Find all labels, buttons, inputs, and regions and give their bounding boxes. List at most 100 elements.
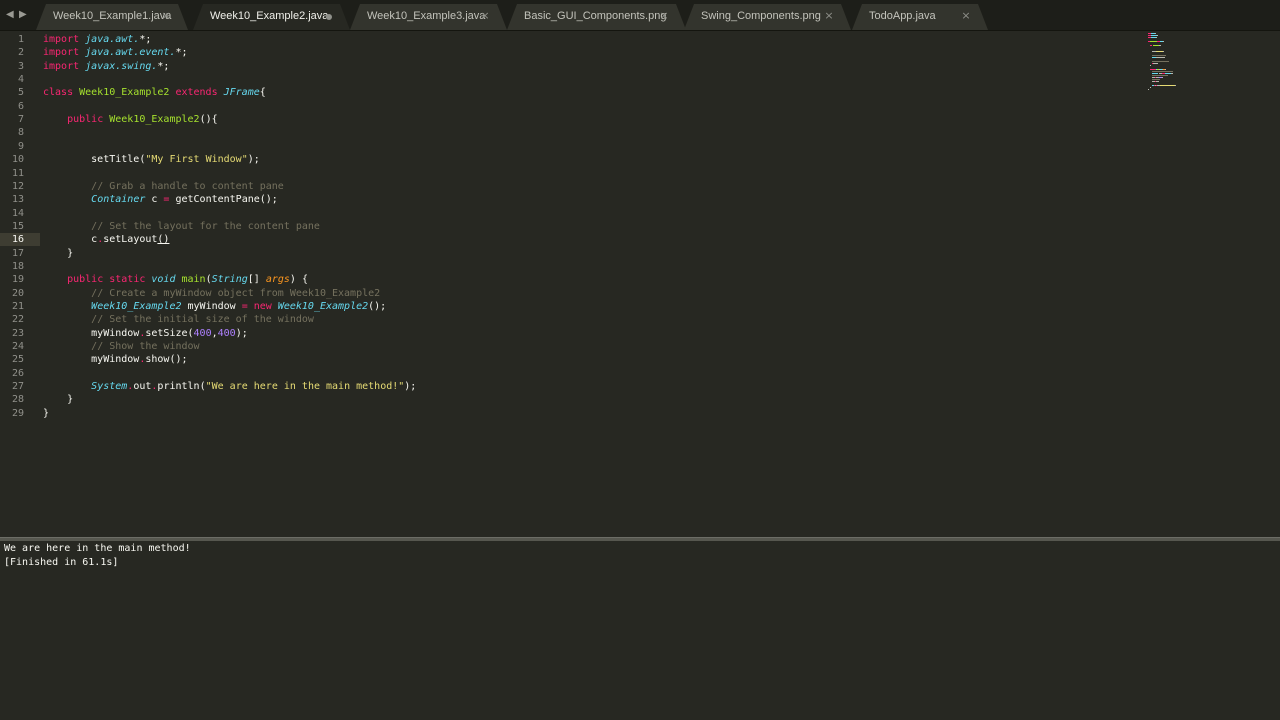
code-line[interactable]: import java.awt.*; <box>43 33 151 46</box>
tab-week10-example1[interactable]: Week10_Example1.java × <box>36 4 188 30</box>
code-line[interactable]: class Week10_Example2 extends JFrame{ <box>43 86 266 99</box>
minimap-line <box>1151 71 1174 72</box>
line-number: 25 <box>11 354 24 366</box>
minimap-line <box>1162 77 1164 78</box>
code-line[interactable]: myWindow.show(); <box>43 353 187 366</box>
close-icon[interactable]: × <box>960 10 972 22</box>
code-line[interactable]: // Create a myWindow object from Week10_… <box>43 287 380 300</box>
unsaved-dot-icon[interactable] <box>326 14 332 20</box>
minimap-line <box>1151 73 1159 74</box>
line-number: 10 <box>11 154 24 166</box>
minimap-line <box>1151 61 1169 62</box>
minimap-line <box>1163 51 1165 52</box>
minimap-line <box>1150 41 1157 42</box>
output-line: We are here in the main method! <box>4 543 191 554</box>
line-number: 1 <box>17 34 24 45</box>
tab-label: Week10_Example3.java <box>367 10 486 22</box>
code-line[interactable]: // Show the window <box>43 340 199 353</box>
line-number: 9 <box>17 140 24 152</box>
code-line[interactable]: public Week10_Example2(){ <box>43 113 218 126</box>
minimap-line <box>1151 57 1156 58</box>
tab-label: TodoApp.java <box>869 10 936 22</box>
line-number: 14 <box>11 207 24 219</box>
minimap[interactable] <box>1140 31 1210 91</box>
minimap-line <box>1151 55 1166 56</box>
line-number: 8 <box>17 127 24 139</box>
tab-label: Week10_Example2.java <box>210 10 329 22</box>
line-number: 12 <box>11 180 24 192</box>
tab-week10-example2[interactable]: Week10_Example2.java <box>193 4 350 30</box>
code-line[interactable]: // Grab a handle to content pane <box>43 180 284 193</box>
line-number: 18 <box>11 260 24 272</box>
minimap-line <box>1151 79 1160 80</box>
minimap-line <box>1157 57 1166 58</box>
code-line[interactable]: } <box>43 393 73 406</box>
line-number: 22 <box>11 314 24 326</box>
close-icon[interactable]: × <box>160 10 172 22</box>
line-number: 13 <box>11 194 24 206</box>
close-icon[interactable]: × <box>823 10 835 22</box>
minimap-line <box>1171 73 1173 74</box>
close-icon[interactable]: × <box>658 10 670 22</box>
code-line[interactable]: c.setLayout() <box>43 233 169 246</box>
tab-label: Week10_Example1.java <box>53 10 172 22</box>
minimap-line <box>1154 33 1156 34</box>
line-number: 20 <box>11 287 24 299</box>
line-number: 15 <box>11 220 24 232</box>
code-line[interactable]: } <box>43 407 49 420</box>
tab-week10-example3[interactable]: Week10_Example3.java × <box>350 4 507 30</box>
code-line[interactable]: public static void main(String[] args) { <box>43 273 308 286</box>
line-number: 16 <box>11 234 24 246</box>
code-line[interactable]: import javax.swing.*; <box>43 60 169 73</box>
line-number: 27 <box>11 381 24 393</box>
tab-swing-components[interactable]: Swing_Components.png × <box>684 4 851 30</box>
code-line[interactable]: // Set the layout for the content pane <box>43 220 320 233</box>
line-number: 26 <box>11 367 24 379</box>
minimap-line <box>1151 75 1169 76</box>
minimap-line <box>1155 51 1164 52</box>
line-number: 24 <box>11 341 24 353</box>
back-arrow-icon[interactable]: ◀ <box>6 9 14 21</box>
line-number: 2 <box>17 47 24 59</box>
output-line: [Finished in 61.1s] <box>4 556 119 568</box>
code-editor[interactable]: 1 2 3 4 5 6 7 8 9 10 11 12 13 14 15 16 17 18 19 20 21 22 23 24 2… <box>0 31 1280 537</box>
code-line[interactable]: setTitle("My First Window"); <box>43 153 260 166</box>
tab-bar: ◀ ▶ Week10_Example1.java × Week10_Exampl… <box>0 0 1280 31</box>
tab-label: Swing_Components.png <box>701 10 821 22</box>
code-line[interactable]: // Set the initial size of the window <box>43 313 314 326</box>
line-number: 6 <box>17 100 24 112</box>
code-line[interactable]: myWindow.setSize(400,400); <box>43 327 248 340</box>
tab-label: Basic_GUI_Components.png <box>524 10 667 22</box>
code-line[interactable]: System.out.println("We are here in the m… <box>43 380 416 393</box>
tab-todoapp[interactable]: TodoApp.java × <box>852 4 988 30</box>
minimap-line <box>1165 69 1167 70</box>
output-panel: We are here in the main method! [Finished… <box>0 541 1280 720</box>
close-icon[interactable]: × <box>479 10 491 22</box>
line-number: 11 <box>11 167 24 179</box>
minimap-line <box>1157 35 1159 36</box>
line-number: 29 <box>11 407 24 419</box>
line-number: 17 <box>11 247 24 259</box>
code-line[interactable]: Week10_Example2 myWindow = new Week10_Ex… <box>43 300 386 313</box>
code-line[interactable]: import java.awt.event.*; <box>43 46 188 59</box>
line-number: 21 <box>11 301 24 312</box>
line-number: 23 <box>11 327 24 339</box>
minimap-line <box>1164 73 1172 74</box>
line-number: 4 <box>17 74 24 86</box>
code-line[interactable]: } <box>43 247 73 260</box>
tab-basic-gui-components[interactable]: Basic_GUI_Components.png × <box>507 4 686 30</box>
forward-arrow-icon[interactable]: ▶ <box>19 9 27 21</box>
minimap-line <box>1159 45 1161 46</box>
minimap-line <box>1156 37 1157 38</box>
line-number: 3 <box>17 60 24 72</box>
minimap-line <box>1152 45 1160 46</box>
code-line[interactable]: Container c = getContentPane(); <box>43 193 278 206</box>
line-number: 28 <box>11 394 24 406</box>
line-number: 7 <box>17 114 24 126</box>
minimap-line <box>1156 63 1158 64</box>
minimap-line <box>1150 35 1158 36</box>
minimap-line <box>1160 85 1175 86</box>
minimap-line <box>1155 81 1159 82</box>
minimap-line <box>1175 85 1176 86</box>
line-number: 19 <box>11 274 24 286</box>
